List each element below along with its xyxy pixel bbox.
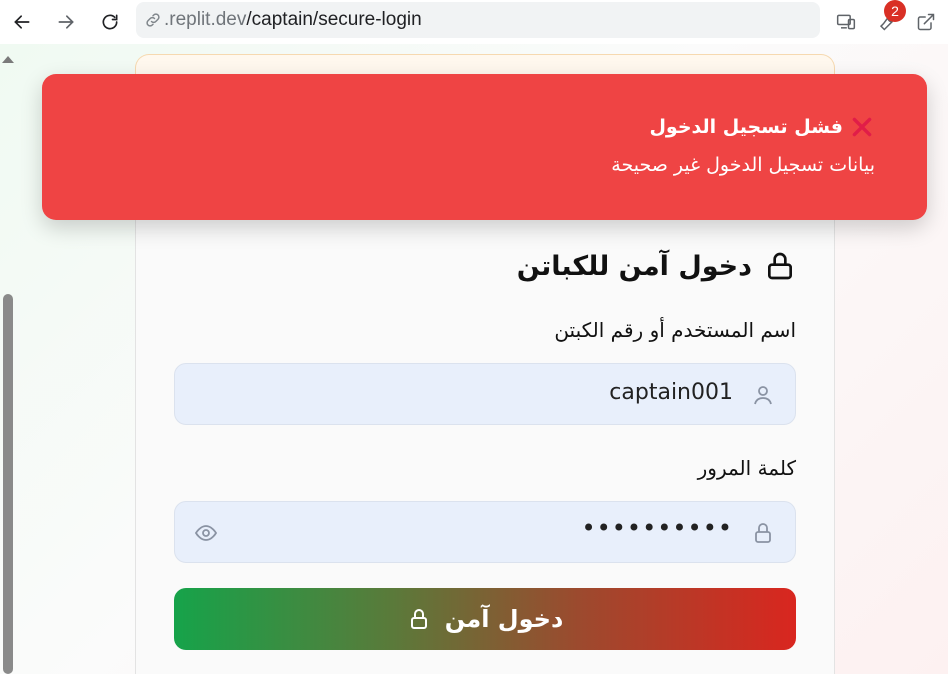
scroll-up-arrow-icon[interactable] (2, 56, 14, 63)
error-toast: فشل تسجيل الدخول بيانات تسجيل الدخول غير… (42, 74, 927, 220)
eye-icon[interactable] (193, 521, 219, 545)
toast-message: بيانات تسجيل الدخول غير صحيحة (611, 154, 875, 176)
user-icon (754, 386, 772, 405)
login-title: دخول آمن للكباتن (516, 250, 752, 282)
reload-icon (102, 14, 118, 30)
password-label: كلمة المرور (697, 456, 796, 480)
lock-icon (410, 609, 427, 629)
arrow-left-icon (14, 15, 30, 29)
login-title-row: دخول آمن للكباتن (517, 250, 796, 282)
username-input[interactable]: captain001 (174, 363, 796, 425)
toast-title: فشل تسجيل الدخول (649, 116, 843, 138)
lock-icon (768, 252, 792, 280)
secure-login-button[interactable]: دخول آمن (174, 588, 796, 650)
url-text: .replit.dev/captain/secure-login (164, 9, 422, 31)
link-icon (146, 13, 160, 27)
toast-title-row: فشل تسجيل الدخول (649, 114, 875, 140)
browser-toolbar: .replit.dev/captain/secure-login 2 (0, 0, 948, 44)
arrow-right-icon (58, 15, 74, 29)
password-input[interactable]: •••••••••• (174, 501, 796, 563)
devices-icon (836, 14, 856, 30)
open-external-button[interactable] (910, 6, 942, 38)
scrollbar-thumb[interactable] (3, 294, 13, 674)
forward-button[interactable] (50, 6, 82, 38)
external-link-icon (917, 13, 935, 31)
password-value: •••••••••• (581, 514, 733, 542)
login-card: دخول آمن للكباتن اسم المستخدم أو رقم الك… (135, 214, 835, 674)
back-button[interactable] (6, 6, 38, 38)
notification-badge: 2 (884, 0, 906, 22)
lock-icon (755, 523, 771, 543)
address-bar[interactable]: .replit.dev/captain/secure-login (136, 2, 820, 38)
url-path: /captain/secure-login (246, 9, 422, 30)
reload-button[interactable] (94, 6, 126, 38)
x-icon[interactable] (849, 114, 875, 140)
username-label: اسم المستخدم أو رقم الكبتن (554, 318, 796, 342)
submit-label: دخول آمن (444, 605, 564, 633)
username-value: captain001 (609, 380, 733, 405)
url-host: .replit.dev (164, 9, 247, 30)
device-toggle-button[interactable] (830, 6, 862, 38)
